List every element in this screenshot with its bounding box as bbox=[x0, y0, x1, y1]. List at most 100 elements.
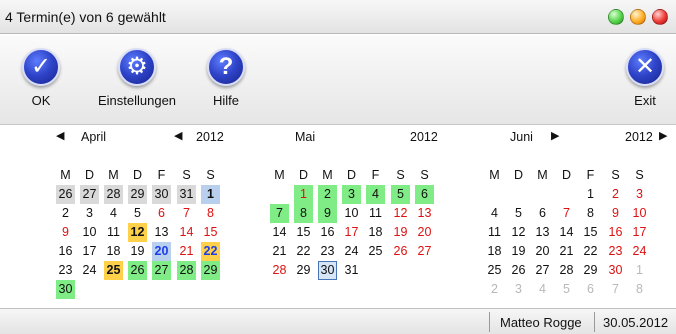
calendar-day[interactable]: 20 bbox=[533, 242, 552, 261]
calendar-day[interactable]: 21 bbox=[270, 242, 289, 261]
calendar-day[interactable]: 27 bbox=[533, 261, 552, 280]
calendar-day[interactable]: 9 bbox=[606, 204, 625, 223]
calendar-day[interactable]: 16 bbox=[606, 223, 625, 242]
calendar-day[interactable]: 23 bbox=[606, 242, 625, 261]
calendar-day[interactable]: 16 bbox=[318, 223, 337, 242]
calendar-day[interactable]: 8 bbox=[630, 280, 649, 299]
calendar-day[interactable]: 2 bbox=[606, 185, 625, 204]
calendar-day[interactable]: 7 bbox=[557, 204, 576, 223]
calendar-day[interactable]: 18 bbox=[366, 223, 385, 242]
calendar-day[interactable]: 12 bbox=[391, 204, 410, 223]
calendar-day[interactable]: 15 bbox=[581, 223, 600, 242]
calendar-day[interactable]: 26 bbox=[509, 261, 528, 280]
calendar-day[interactable]: 26 bbox=[128, 261, 147, 280]
calendar-day[interactable]: 27 bbox=[415, 242, 434, 261]
calendar-day[interactable]: 9 bbox=[318, 204, 337, 223]
calendar-day[interactable]: 30 bbox=[56, 280, 75, 299]
calendar-day[interactable]: 19 bbox=[128, 242, 147, 261]
calendar-day[interactable]: 20 bbox=[415, 223, 434, 242]
calendar-day[interactable]: 4 bbox=[366, 185, 385, 204]
calendar-day[interactable]: 21 bbox=[557, 242, 576, 261]
prev-year-arrow[interactable]: ◀ bbox=[174, 129, 182, 143]
calendar-day[interactable]: 30 bbox=[606, 261, 625, 280]
calendar-day[interactable]: 28 bbox=[557, 261, 576, 280]
calendar-day[interactable]: 17 bbox=[80, 242, 99, 261]
calendar-day[interactable]: 23 bbox=[56, 261, 75, 280]
next-month-arrow[interactable]: ▶ bbox=[551, 129, 559, 143]
calendar-day[interactable]: 16 bbox=[56, 242, 75, 261]
calendar-day[interactable]: 10 bbox=[630, 204, 649, 223]
calendar-day[interactable]: 6 bbox=[152, 204, 171, 223]
calendar-day[interactable]: 22 bbox=[294, 242, 313, 261]
calendar-day[interactable]: 14 bbox=[270, 223, 289, 242]
calendar-day[interactable]: 3 bbox=[342, 185, 361, 204]
calendar-day[interactable]: 12 bbox=[128, 223, 147, 242]
calendar-day[interactable]: 28 bbox=[104, 185, 123, 204]
calendar-day[interactable]: 7 bbox=[270, 204, 289, 223]
calendar-day[interactable]: 15 bbox=[294, 223, 313, 242]
calendar-day[interactable]: 29 bbox=[294, 261, 313, 280]
calendar-day[interactable]: 2 bbox=[56, 204, 75, 223]
calendar-day[interactable]: 25 bbox=[485, 261, 504, 280]
calendar-day[interactable]: 24 bbox=[80, 261, 99, 280]
calendar-day[interactable]: 4 bbox=[485, 204, 504, 223]
calendar-day[interactable]: 28 bbox=[177, 261, 196, 280]
maximize-button[interactable] bbox=[630, 9, 646, 25]
calendar-day[interactable]: 24 bbox=[630, 242, 649, 261]
calendar-day[interactable]: 25 bbox=[366, 242, 385, 261]
calendar-day[interactable]: 5 bbox=[391, 185, 410, 204]
calendar-day[interactable]: 22 bbox=[201, 242, 220, 261]
calendar-day[interactable]: 8 bbox=[294, 204, 313, 223]
calendar-day[interactable]: 14 bbox=[557, 223, 576, 242]
calendar-day[interactable]: 17 bbox=[630, 223, 649, 242]
calendar-day[interactable]: 29 bbox=[581, 261, 600, 280]
calendar-day[interactable]: 15 bbox=[201, 223, 220, 242]
calendar-day[interactable]: 25 bbox=[104, 261, 123, 280]
exit-button[interactable]: ✕ Exit bbox=[620, 48, 670, 108]
calendar-day[interactable]: 18 bbox=[104, 242, 123, 261]
calendar-day[interactable]: 12 bbox=[509, 223, 528, 242]
calendar-day[interactable]: 19 bbox=[391, 223, 410, 242]
calendar-day[interactable]: 27 bbox=[80, 185, 99, 204]
next-year-arrow[interactable]: ▶ bbox=[659, 129, 667, 143]
calendar-day[interactable]: 19 bbox=[509, 242, 528, 261]
calendar-day[interactable]: 2 bbox=[485, 280, 504, 299]
calendar-day[interactable]: 22 bbox=[581, 242, 600, 261]
calendar-day[interactable]: 21 bbox=[177, 242, 196, 261]
calendar-day[interactable]: 6 bbox=[533, 204, 552, 223]
calendar-day[interactable]: 4 bbox=[533, 280, 552, 299]
calendar-day[interactable]: 29 bbox=[201, 261, 220, 280]
calendar-day[interactable]: 3 bbox=[509, 280, 528, 299]
calendar-day[interactable]: 3 bbox=[80, 204, 99, 223]
calendar-day[interactable]: 5 bbox=[557, 280, 576, 299]
calendar-day[interactable]: 6 bbox=[581, 280, 600, 299]
calendar-day[interactable]: 10 bbox=[80, 223, 99, 242]
calendar-day[interactable]: 24 bbox=[342, 242, 361, 261]
calendar-day[interactable]: 1 bbox=[581, 185, 600, 204]
minimize-button[interactable] bbox=[608, 9, 624, 25]
calendar-day[interactable]: 30 bbox=[318, 261, 337, 280]
calendar-day[interactable]: 8 bbox=[581, 204, 600, 223]
calendar-day[interactable]: 18 bbox=[485, 242, 504, 261]
calendar-day[interactable]: 23 bbox=[318, 242, 337, 261]
calendar-day[interactable]: 2 bbox=[318, 185, 337, 204]
calendar-day[interactable]: 29 bbox=[128, 185, 147, 204]
close-window-button[interactable] bbox=[652, 9, 668, 25]
calendar-day[interactable]: 11 bbox=[104, 223, 123, 242]
calendar-day[interactable]: 7 bbox=[606, 280, 625, 299]
calendar-day[interactable]: 31 bbox=[342, 261, 361, 280]
calendar-day[interactable]: 17 bbox=[342, 223, 361, 242]
calendar-day[interactable]: 1 bbox=[294, 185, 313, 204]
calendar-day[interactable]: 28 bbox=[270, 261, 289, 280]
prev-month-arrow[interactable]: ◀ bbox=[56, 129, 64, 143]
calendar-day[interactable]: 11 bbox=[485, 223, 504, 242]
calendar-day[interactable]: 10 bbox=[342, 204, 361, 223]
calendar-day[interactable]: 1 bbox=[630, 261, 649, 280]
calendar-day[interactable]: 3 bbox=[630, 185, 649, 204]
calendar-day[interactable]: 30 bbox=[152, 185, 171, 204]
calendar-day[interactable]: 31 bbox=[177, 185, 196, 204]
calendar-day[interactable]: 13 bbox=[415, 204, 434, 223]
calendar-day[interactable]: 27 bbox=[152, 261, 171, 280]
calendar-day[interactable]: 1 bbox=[201, 185, 220, 204]
settings-button[interactable]: ⚙ Einstellungen bbox=[89, 48, 185, 108]
